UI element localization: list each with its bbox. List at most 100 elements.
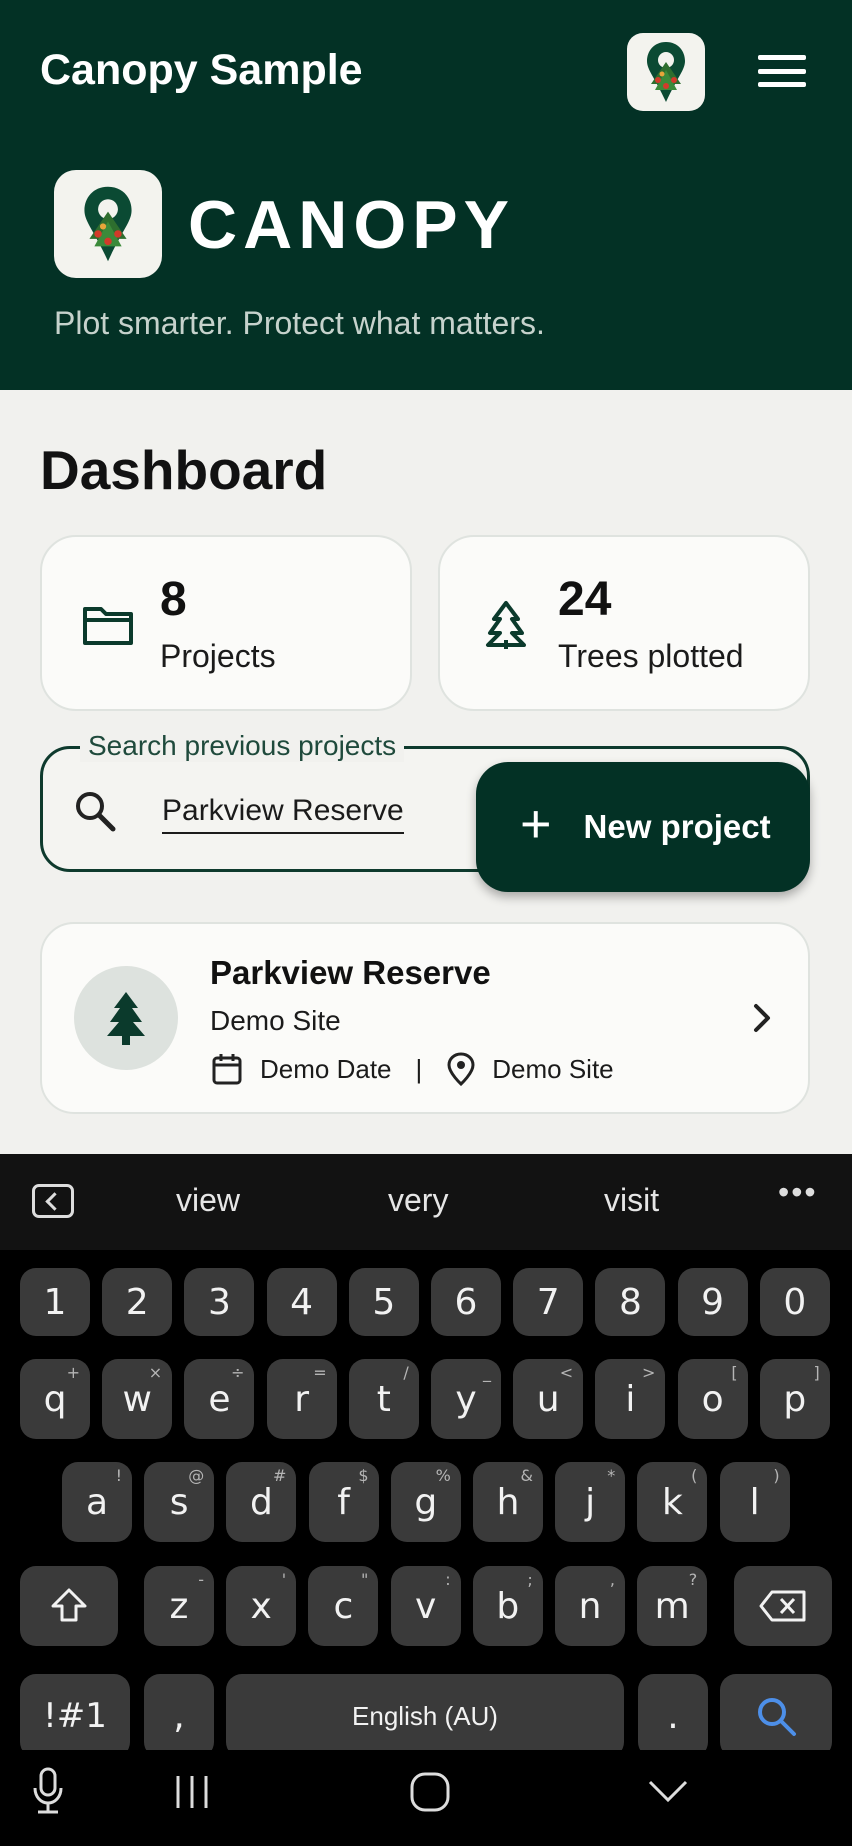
symbols-key[interactable]: !#1 — [20, 1674, 130, 1758]
key-e[interactable]: e ÷ — [184, 1359, 255, 1439]
key-secondary-label: × — [148, 1363, 163, 1382]
comma-key[interactable]: , — [144, 1674, 214, 1758]
key-t[interactable]: t / — [348, 1359, 419, 1439]
app-logo-button[interactable] — [627, 33, 705, 111]
key-4[interactable]: 4 — [266, 1268, 337, 1336]
key-k[interactable]: k( — [637, 1462, 708, 1542]
menu-button[interactable] — [758, 52, 808, 90]
key-j[interactable]: j * — [555, 1462, 626, 1542]
key-7[interactable]: 7 — [513, 1268, 584, 1336]
appbar-title: Canopy Sample — [40, 46, 363, 94]
key-g[interactable]: g% — [390, 1462, 461, 1542]
system-nav-bar — [0, 1750, 852, 1846]
key-secondary-label: " — [361, 1570, 369, 1589]
key-secondary-label: , — [609, 1570, 615, 1589]
key-secondary-label: > — [641, 1363, 656, 1382]
key-label: x — [250, 1585, 272, 1627]
stat-card-projects[interactable]: 8 Projects — [40, 535, 412, 711]
key-8[interactable]: 8 — [595, 1268, 666, 1336]
key-secondary-label: & — [520, 1466, 533, 1485]
key-6[interactable]: 6 — [431, 1268, 501, 1336]
key-3[interactable]: 3 — [184, 1268, 255, 1336]
home-icon[interactable] — [408, 1770, 452, 1814]
key-secondary-label: / — [403, 1363, 409, 1382]
more-options-icon[interactable]: ••• — [778, 1174, 818, 1211]
key-v[interactable]: v: — [390, 1566, 461, 1646]
key-label: u — [536, 1378, 560, 1420]
shift-key[interactable] — [20, 1566, 118, 1646]
project-card[interactable]: Parkview Reserve Demo Site Demo Date | D… — [40, 922, 810, 1114]
key-label: 0 — [783, 1281, 807, 1323]
new-project-button[interactable]: + New project — [476, 762, 810, 892]
period-key[interactable]: . — [638, 1674, 708, 1758]
key-i[interactable]: i > — [595, 1359, 666, 1439]
project-subtitle: Demo Site — [210, 1005, 341, 1036]
key-label: j — [585, 1481, 596, 1523]
search-icon — [76, 792, 116, 832]
key-label: b — [496, 1585, 520, 1627]
key-l[interactable]: l) — [719, 1462, 790, 1542]
key-m[interactable]: m? — [637, 1566, 708, 1646]
key-label: English (AU) — [352, 1700, 498, 1731]
key-secondary-label: ' — [281, 1570, 287, 1589]
key-u[interactable]: u < — [513, 1359, 584, 1439]
key-d[interactable]: d # — [226, 1462, 297, 1542]
key-q[interactable]: q + — [20, 1359, 90, 1439]
key-secondary-label: * — [607, 1466, 616, 1485]
key-9[interactable]: 9 — [677, 1268, 748, 1336]
stat-card-trees[interactable]: 24 Trees plotted — [438, 535, 810, 711]
key-y[interactable]: y _ — [431, 1359, 501, 1439]
key-1[interactable]: 1 — [20, 1268, 90, 1336]
key-h[interactable]: h & — [473, 1462, 543, 1542]
key-secondary-label: < — [559, 1363, 574, 1382]
key-label: 9 — [701, 1281, 725, 1323]
key-z[interactable]: z- — [144, 1566, 214, 1646]
key-b[interactable]: b; — [472, 1566, 543, 1646]
key-c[interactable]: c " — [308, 1566, 379, 1646]
suggestion-3[interactable]: visit — [604, 1182, 659, 1219]
key-secondary-label: _ — [483, 1363, 491, 1382]
suggestion-bar: view very visit ••• — [0, 1154, 852, 1250]
key-label: a — [85, 1481, 109, 1523]
canopy-logo-icon — [84, 186, 132, 262]
folder-icon — [83, 607, 133, 645]
space-key[interactable]: English (AU) — [226, 1674, 624, 1758]
key-label: z — [169, 1585, 189, 1627]
key-w[interactable]: w × — [102, 1359, 173, 1439]
key-label: q — [43, 1378, 67, 1420]
search-action-key[interactable] — [720, 1674, 832, 1758]
key-label: o — [701, 1378, 724, 1420]
key-x[interactable]: x ' — [226, 1566, 297, 1646]
keyboard-collapse-icon[interactable] — [32, 1184, 74, 1218]
key-label: m — [654, 1585, 690, 1627]
key-f[interactable]: f $ — [308, 1462, 379, 1542]
tree-icon — [107, 992, 145, 1045]
project-date: Demo Date — [260, 1053, 392, 1084]
key-secondary-label: ! — [115, 1466, 122, 1485]
key-n[interactable]: n, — [555, 1566, 625, 1646]
key-5[interactable]: 5 — [348, 1268, 419, 1336]
key-label: p — [783, 1378, 807, 1420]
recent-apps-icon[interactable] — [172, 1774, 212, 1810]
tree-icon — [486, 601, 526, 649]
key-secondary-label: ? — [688, 1570, 698, 1589]
microphone-icon[interactable] — [30, 1766, 66, 1816]
app-header: Canopy Sample CANOPY Plot smarter. Prote… — [0, 0, 852, 390]
keyboard-hide-icon[interactable] — [646, 1776, 690, 1806]
key-label: t — [376, 1378, 391, 1420]
key-label: , — [173, 1695, 185, 1737]
search-value[interactable]: Parkview Reserve — [162, 794, 404, 834]
key-a[interactable]: a! — [62, 1462, 132, 1542]
key-o[interactable]: o[ — [677, 1359, 748, 1439]
suggestion-1[interactable]: view — [176, 1182, 240, 1219]
suggestion-2[interactable]: very — [388, 1182, 448, 1219]
key-secondary-label: : — [445, 1570, 451, 1589]
key-p[interactable]: p] — [759, 1359, 830, 1439]
key-2[interactable]: 2 — [102, 1268, 173, 1336]
key-secondary-label: ( — [691, 1466, 698, 1485]
backspace-key[interactable] — [734, 1566, 832, 1646]
key-s[interactable]: s @ — [144, 1462, 215, 1542]
key-0[interactable]: 0 — [759, 1268, 830, 1336]
key-r[interactable]: r = — [266, 1359, 337, 1439]
key-label: l — [749, 1481, 760, 1523]
